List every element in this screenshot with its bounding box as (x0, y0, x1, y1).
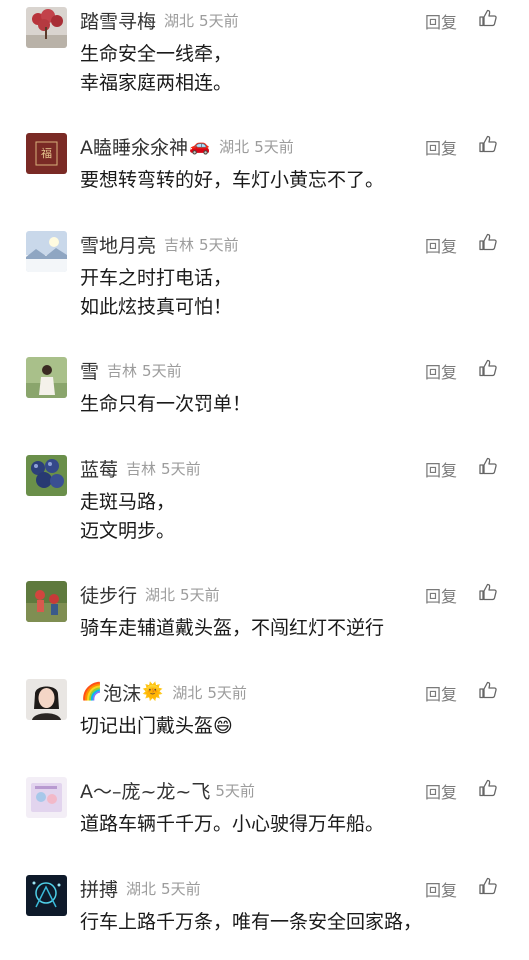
reply-button[interactable]: 回复 (425, 583, 457, 607)
reply-button[interactable]: 回复 (425, 681, 457, 705)
comment-time: 5天前 (180, 585, 220, 604)
comment-text: 要想转弯转的好，车灯小黄忘不了。 (80, 166, 384, 195)
comment-line: 如此炫技真可怕！ (80, 296, 233, 318)
comment-author[interactable]: 泡沫 (103, 679, 141, 706)
comment-time: 5天前 (199, 11, 239, 30)
thumb-up-icon[interactable] (478, 358, 498, 378)
comment-text: 行车上路千万条，唯有一条安全回家路， (80, 908, 422, 937)
comment-line: 切记出门戴头盔😄 (80, 715, 233, 737)
thumb-up-icon[interactable] (478, 680, 498, 700)
comment-meta: 🌈 泡沫 🌞 湖北 5天前 (80, 678, 247, 706)
comment-line: 生命安全一线牵， (80, 43, 233, 65)
avatar[interactable] (26, 231, 67, 272)
sun-emoji: 🌞 (142, 682, 164, 702)
comment-meta: 雪 吉林 5天前 (80, 356, 182, 384)
comment-time: 5天前 (254, 137, 294, 156)
comment-location: 湖北 (172, 683, 203, 702)
comment-meta: A～–庞~龙~飞 5天前 (80, 776, 255, 804)
reply-button[interactable]: 回复 (425, 457, 457, 481)
thumb-up-icon[interactable] (478, 582, 498, 602)
reply-button[interactable]: 回复 (425, 877, 457, 901)
comment-author[interactable]: 雪 (80, 357, 99, 384)
comment-location: 吉林 (126, 459, 157, 478)
comment-meta: A瞌睡氽氽神 🚗 湖北 5天前 (80, 132, 294, 160)
comment-location: 湖北 (145, 585, 176, 604)
comment-author[interactable]: 拼搏 (80, 875, 118, 902)
comment-line: 道路车辆千千万。小心驶得万年船。 (80, 813, 385, 835)
comment-list: 踏雪寻梅 湖北 5天前 生命安全一线牵， 幸福家庭两相连。 回复 福 A瞌睡氽氽… (0, 0, 529, 960)
comment-author[interactable]: A瞌睡氽氽神 (80, 133, 188, 160)
comment-author[interactable]: A～–庞~龙~飞 (80, 777, 210, 804)
comment-text: 切记出门戴头盔😄 (80, 712, 233, 741)
comment-line: 幸福家庭两相连。 (80, 72, 233, 94)
comment-meta: 徒步行 湖北 5天前 (80, 580, 220, 608)
thumb-up-icon[interactable] (478, 456, 498, 476)
comment-text: 骑车走辅道戴头盔，不闯红灯不逆行 (80, 614, 384, 643)
comment-line: 骑车走辅道戴头盔，不闯红灯不逆行 (80, 617, 385, 639)
reply-button[interactable]: 回复 (425, 359, 457, 383)
rainbow-emoji: 🌈 (81, 682, 103, 702)
comment-text: 生命安全一线牵， 幸福家庭两相连。 (80, 40, 232, 98)
avatar[interactable] (26, 777, 67, 818)
reply-button[interactable]: 回复 (425, 135, 457, 159)
comment-location: 吉林 (107, 361, 138, 380)
thumb-up-icon[interactable] (478, 134, 498, 154)
comment-text: 生命只有一次罚单！ (80, 390, 251, 419)
comment-time: 5天前 (161, 459, 201, 478)
comment-line: 走斑马路， (80, 491, 176, 513)
avatar[interactable] (26, 7, 67, 48)
comment-location: 吉林 (164, 235, 195, 254)
thumb-up-icon[interactable] (478, 778, 498, 798)
comment-location: 湖北 (164, 11, 195, 30)
comment-line: 迈文明步。 (80, 520, 176, 542)
comment-line: 生命只有一次罚单！ (80, 393, 252, 415)
comment-line: 开车之时打电话， (80, 267, 233, 289)
reply-button[interactable]: 回复 (425, 233, 457, 257)
comment-author[interactable]: 徒步行 (80, 581, 137, 608)
comment-location: 湖北 (126, 879, 157, 898)
comment-meta: 拼搏 湖北 5天前 (80, 874, 201, 902)
comment-time: 5天前 (161, 879, 201, 898)
comment-location: 湖北 (219, 137, 250, 156)
comment-text: 道路车辆千千万。小心驶得万年船。 (80, 810, 384, 839)
car-emoji: 🚗 (189, 136, 211, 156)
comment-time: 5天前 (199, 235, 239, 254)
comment-author[interactable]: 踏雪寻梅 (80, 7, 156, 34)
thumb-up-icon[interactable] (478, 8, 498, 28)
reply-button[interactable]: 回复 (425, 9, 457, 33)
avatar[interactable] (26, 679, 67, 720)
svg-text:福: 福 (41, 146, 52, 160)
comment-meta: 踏雪寻梅 湖北 5天前 (80, 6, 239, 34)
avatar[interactable] (26, 455, 67, 496)
avatar[interactable]: 福 (26, 133, 67, 174)
comment-time: 5天前 (215, 781, 255, 800)
comment-line: 行车上路千万条，唯有一条安全回家路， (80, 911, 423, 933)
avatar[interactable] (26, 875, 67, 916)
comment-meta: 雪地月亮 吉林 5天前 (80, 230, 239, 258)
comment-meta: 蓝莓 吉林 5天前 (80, 454, 201, 482)
avatar[interactable] (26, 357, 67, 398)
comment-author[interactable]: 蓝莓 (80, 455, 118, 482)
thumb-up-icon[interactable] (478, 232, 498, 252)
comment-author[interactable]: 雪地月亮 (80, 231, 156, 258)
comment-line: 要想转弯转的好，车灯小黄忘不了。 (80, 169, 385, 191)
avatar[interactable] (26, 581, 67, 622)
comment-text: 开车之时打电话， 如此炫技真可怕！ (80, 264, 232, 322)
comment-text: 走斑马路， 迈文明步。 (80, 488, 175, 546)
comment-time: 5天前 (207, 683, 247, 702)
reply-button[interactable]: 回复 (425, 779, 457, 803)
comment-time: 5天前 (142, 361, 182, 380)
thumb-up-icon[interactable] (478, 876, 498, 896)
